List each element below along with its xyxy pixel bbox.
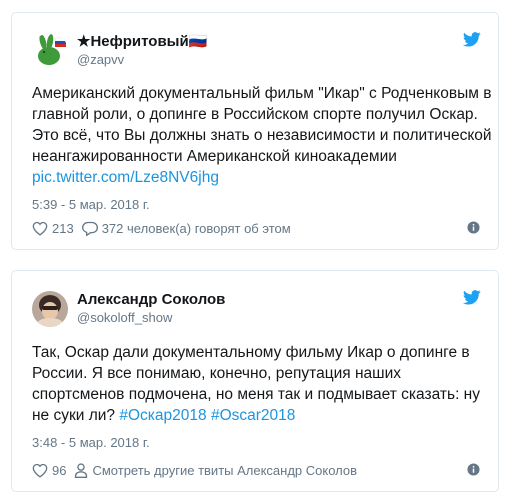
tweet-actions: 213 372 человек(а) говорят об этом [32, 219, 480, 237]
info-icon[interactable] [467, 463, 480, 476]
tweet-text: Так, Оскар дали документальному фильму И… [32, 342, 492, 426]
like-button[interactable]: 96 [32, 463, 66, 478]
author-name[interactable]: ★Нефритовый🇷🇺 [77, 32, 207, 52]
author-name[interactable]: Александр Соколов [77, 290, 225, 310]
avatar[interactable] [32, 33, 68, 69]
like-count: 96 [52, 462, 67, 478]
twitter-bird-icon[interactable] [463, 32, 481, 47]
hashtag-oscar2018-ru[interactable]: #Оскар2018 [119, 407, 206, 424]
info-icon[interactable] [467, 221, 480, 234]
like-count: 213 [52, 220, 74, 236]
tweet-actions: 96 Смотреть другие твиты Александр Сокол… [32, 461, 480, 479]
tweet-body: Американский документальный фильм "Икар"… [32, 85, 492, 165]
replies-text: 372 человек(а) говорят об этом [101, 220, 291, 236]
tweet-card-1[interactable]: ★Нефритовый🇷🇺 @zapvv Американский докуме… [11, 12, 499, 250]
tweet-text: Американский документальный фильм "Икар"… [32, 83, 492, 188]
more-tweets-text: Смотреть другие твиты Александр Соколов [92, 462, 358, 478]
like-button[interactable]: 213 [32, 221, 74, 236]
more-tweets-link[interactable]: Смотреть другие твиты Александр Соколов [74, 463, 357, 478]
hashtag-oscar2018-en[interactable]: #Oscar2018 [211, 407, 295, 424]
tweet-timestamp[interactable]: 3:48 - 5 мар. 2018 г. [32, 435, 150, 451]
media-link[interactable]: pic.twitter.com/Lze8NV6jhg [32, 169, 219, 186]
person-icon [75, 462, 88, 478]
tweet-card-2[interactable]: Александр Соколов @sokoloff_show Так, Ос… [11, 270, 499, 492]
tweet-timestamp[interactable]: 5:39 - 5 мар. 2018 г. [32, 197, 150, 213]
rabbit-avatar-icon [32, 33, 68, 69]
reply-bubble-icon [81, 221, 98, 236]
twitter-bird-icon[interactable] [463, 290, 481, 305]
person-photo-icon [32, 291, 68, 327]
heart-icon [32, 463, 48, 478]
reply-button[interactable]: 372 человек(а) говорят об этом [81, 220, 291, 236]
author-handle[interactable]: @zapvv [77, 52, 124, 68]
author-handle[interactable]: @sokoloff_show [77, 310, 172, 326]
heart-icon [32, 221, 48, 236]
avatar[interactable] [32, 291, 68, 327]
